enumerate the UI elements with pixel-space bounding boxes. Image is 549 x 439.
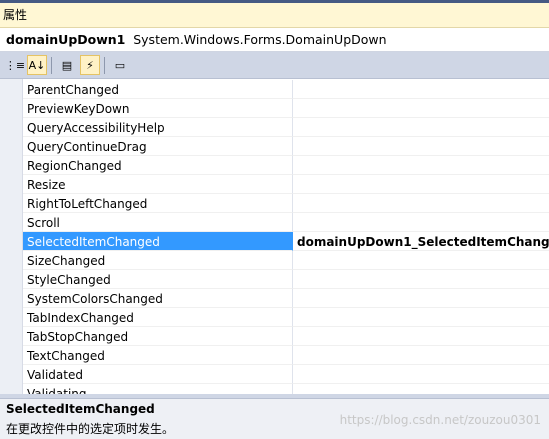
event-name[interactable]: SizeChanged xyxy=(23,251,293,270)
event-grid: ParentChanged PreviewKeyDown QueryAccessib… xyxy=(0,79,549,394)
object-type: System.Windows.Forms.DomainUpDown xyxy=(133,32,387,47)
event-name[interactable]: StyleChanged xyxy=(23,270,293,289)
event-handler-value[interactable] xyxy=(293,99,549,118)
event-handler-value[interactable] xyxy=(293,137,549,156)
description-text: 在更改控件中的选定项时发生。 xyxy=(6,422,175,436)
event-name[interactable]: QueryAccessibilityHelp xyxy=(23,118,293,137)
event-handler-value[interactable] xyxy=(293,384,549,394)
event-row[interactable]: RegionChanged xyxy=(23,156,549,175)
event-name[interactable]: RegionChanged xyxy=(23,156,293,175)
event-handler-value[interactable] xyxy=(293,213,549,232)
event-row[interactable]: Scroll xyxy=(23,213,549,232)
event-handler-value[interactable] xyxy=(293,327,549,346)
panel-title: 属性 xyxy=(3,8,28,22)
event-row[interactable]: Validating xyxy=(23,384,549,394)
event-name[interactable]: PreviewKeyDown xyxy=(23,99,293,118)
event-handler-value[interactable] xyxy=(293,80,549,99)
event-handler-value[interactable] xyxy=(293,365,549,384)
description-title: SelectedItemChanged xyxy=(6,402,155,416)
event-row[interactable]: RightToLeftChanged xyxy=(23,194,549,213)
panel-title-bar: 属性 xyxy=(0,0,549,28)
event-name[interactable]: TabStopChanged xyxy=(23,327,293,346)
event-row[interactable]: Resize xyxy=(23,175,549,194)
object-selector[interactable]: domainUpDown1 System.Windows.Forms.Domai… xyxy=(0,28,549,52)
events-lightning-icon[interactable]: ⚡ xyxy=(80,55,100,75)
event-name[interactable]: ParentChanged xyxy=(23,80,293,99)
event-row[interactable]: SystemColorsChanged xyxy=(23,289,549,308)
event-row[interactable]: TabStopChanged xyxy=(23,327,549,346)
event-handler-value[interactable] xyxy=(293,251,549,270)
event-row[interactable]: StyleChanged xyxy=(23,270,549,289)
event-row[interactable]: Validated xyxy=(23,365,549,384)
property-toolbar: ⋮≡ A↓ ▤ ⚡ ▭ xyxy=(0,52,549,79)
event-row[interactable]: QueryAccessibilityHelp xyxy=(23,118,549,137)
event-row[interactable]: SelectedItemChanged domainUpDown1_Selecte… xyxy=(23,232,549,251)
event-row[interactable]: TextChanged xyxy=(23,346,549,365)
event-handler-value[interactable] xyxy=(293,156,549,175)
event-handler-value[interactable] xyxy=(293,308,549,327)
event-name[interactable]: RightToLeftChanged xyxy=(23,194,293,213)
event-name[interactable]: Validated xyxy=(23,365,293,384)
event-name[interactable]: SelectedItemChanged xyxy=(23,232,293,251)
event-name[interactable]: TextChanged xyxy=(23,346,293,365)
event-handler-value[interactable] xyxy=(293,194,549,213)
event-row[interactable]: SizeChanged xyxy=(23,251,549,270)
toolbar-separator xyxy=(104,57,105,74)
toolbar-separator xyxy=(51,57,52,74)
event-row[interactable]: PreviewKeyDown xyxy=(23,99,549,118)
event-handler-value[interactable] xyxy=(293,270,549,289)
object-name: domainUpDown1 xyxy=(6,32,126,47)
event-row[interactable]: ParentChanged xyxy=(23,80,549,99)
event-handler-value[interactable]: domainUpDown1_SelectedItemChanged xyxy=(293,232,549,251)
property-pages-icon[interactable]: ▭ xyxy=(110,55,130,75)
event-handler-value[interactable] xyxy=(293,175,549,194)
event-name[interactable]: TabIndexChanged xyxy=(23,308,293,327)
event-name[interactable]: QueryContinueDrag xyxy=(23,137,293,156)
event-handler-value[interactable] xyxy=(293,346,549,365)
event-name[interactable]: Scroll xyxy=(23,213,293,232)
event-name[interactable]: Resize xyxy=(23,175,293,194)
watermark: https://blog.csdn.net/zouzou0301 xyxy=(339,413,541,427)
grid-gutter xyxy=(0,79,23,394)
event-handler-value[interactable] xyxy=(293,118,549,137)
description-panel: SelectedItemChanged 在更改控件中的选定项时发生。 https… xyxy=(0,398,549,439)
event-handler-value[interactable] xyxy=(293,289,549,308)
event-name[interactable]: SystemColorsChanged xyxy=(23,289,293,308)
properties-icon[interactable]: ▤ xyxy=(57,55,77,75)
categorized-icon[interactable]: ⋮≡ xyxy=(5,55,25,75)
event-name[interactable]: Validating xyxy=(23,384,293,394)
event-row[interactable]: QueryContinueDrag xyxy=(23,137,549,156)
alphabetical-sort-icon[interactable]: A↓ xyxy=(27,55,47,75)
event-row[interactable]: TabIndexChanged xyxy=(23,308,549,327)
